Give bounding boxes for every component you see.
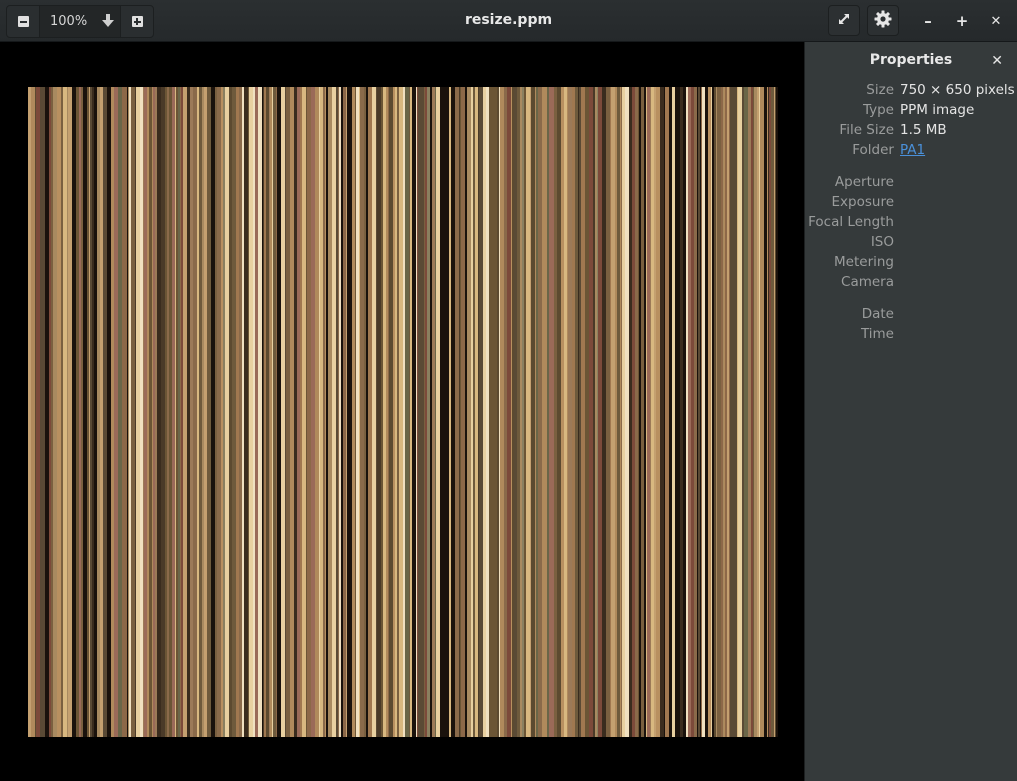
zoom-out-button[interactable] [7,6,39,37]
property-label: Date [861,306,894,322]
image-view[interactable] [3,42,804,781]
property-label: Type [862,102,894,118]
close-icon: ✕ [991,53,1003,69]
fullscreen-button[interactable] [828,5,860,36]
property-row-focal-length: Focal Length [805,214,1017,234]
close-properties-button[interactable]: ✕ [991,53,1003,69]
fullscreen-icon [837,11,851,30]
close-icon: ✕ [990,13,1002,29]
property-label: Aperture [834,174,894,190]
property-label: Exposure [831,194,895,210]
minus-square-icon [17,16,29,27]
property-value: PPM image [900,102,975,118]
maximize-button[interactable]: + [949,8,975,34]
properties-title: Properties [869,52,953,68]
zoom-level-dropdown[interactable]: 100% [39,6,121,37]
zoom-level-value: 100% [50,14,88,29]
property-row-time: Time [805,326,1017,346]
minimize-button[interactable]: – [915,8,941,34]
settings-button[interactable] [867,5,899,36]
property-label: Size [866,82,894,98]
minimize-icon: – [924,12,932,30]
property-row-date: Date [805,306,1017,326]
property-label: Time [860,326,894,342]
property-label: ISO [870,234,894,250]
displayed-image [28,87,778,737]
folder-link[interactable]: PA1 [900,142,925,158]
close-button[interactable]: ✕ [983,8,1009,34]
property-row-metering: Metering [805,254,1017,274]
property-label: Metering [834,254,894,270]
property-row-size: Size 750 × 650 pixels [805,82,1017,102]
maximize-icon: + [955,12,969,30]
gear-icon [874,10,892,32]
property-row-exposure: Exposure [805,194,1017,214]
property-label: Folder [852,142,894,158]
property-row-camera: Camera [805,274,1017,294]
property-row-aperture: Aperture [805,174,1017,194]
properties-panel: Properties ✕ Size 750 × 650 pixels Type … [804,42,1017,781]
image-viewer-window: 100% resize.ppm – + ✕ Properties ✕ Size … [0,0,1017,781]
property-value: 1.5 MB [900,122,947,138]
property-row-file-size: File Size 1.5 MB [805,122,1017,142]
property-row-folder: Folder PA1 [805,142,1017,162]
plus-square-icon [131,16,143,27]
property-row-iso: ISO [805,234,1017,254]
zoom-control-group: 100% [6,5,154,38]
arrow-down-icon [102,14,114,32]
property-label: Focal Length [808,214,894,230]
stripe-image [28,87,778,737]
property-label: Camera [841,274,894,290]
property-row-type: Type PPM image [805,102,1017,122]
header-bar: 100% resize.ppm – + ✕ [0,0,1017,42]
property-value: 750 × 650 pixels [900,82,1015,98]
zoom-in-button[interactable] [121,6,153,37]
property-label: File Size [839,122,894,138]
